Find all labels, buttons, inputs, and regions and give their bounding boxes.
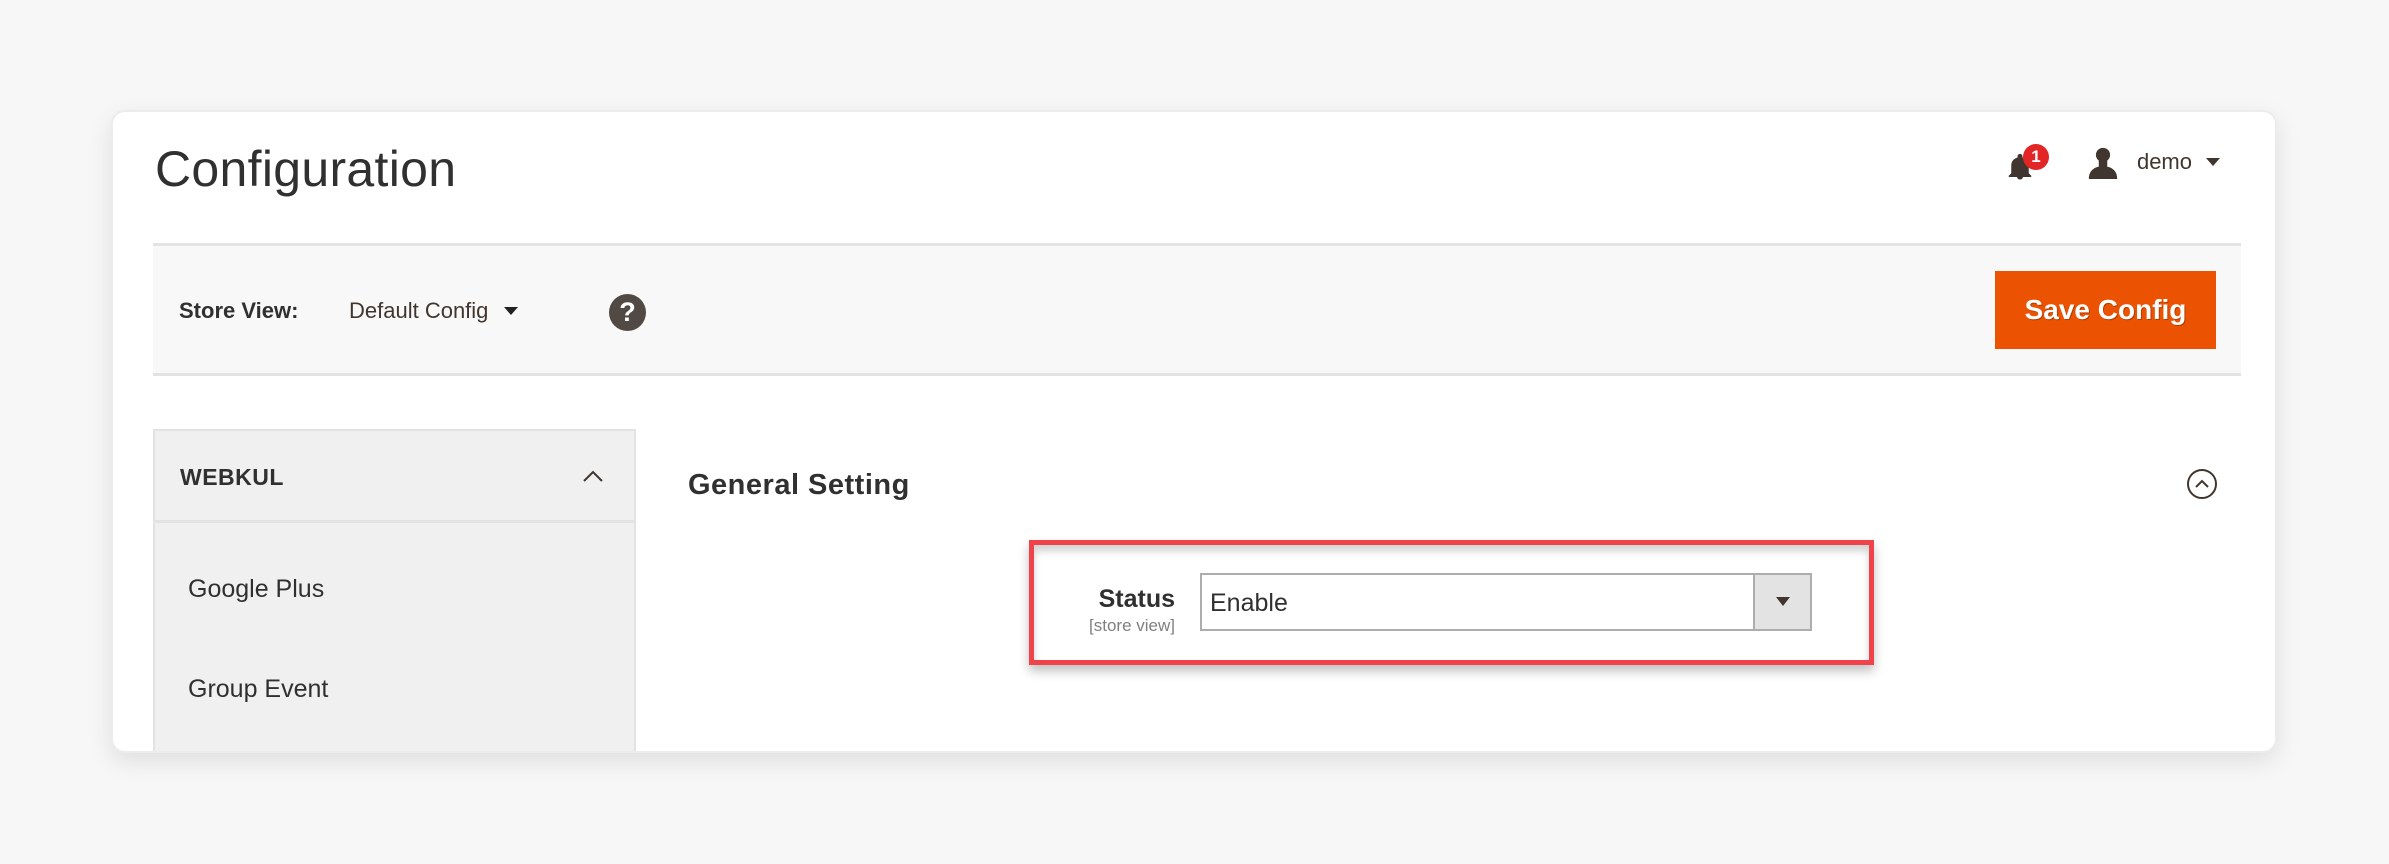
caret-down-icon — [1776, 597, 1790, 606]
header-actions: 1 demo — [2003, 140, 2220, 184]
user-name: demo — [2136, 149, 2192, 174]
scope-label: [store view] — [1089, 616, 1175, 635]
help-icon[interactable]: ? — [609, 294, 646, 331]
chevron-up-icon — [583, 470, 603, 482]
notifications-button[interactable]: 1 — [2003, 142, 2049, 182]
sidebar-section-title: WEBKUL — [180, 464, 284, 490]
section-general-setting[interactable]: General Setting — [688, 469, 910, 502]
user-icon — [2088, 147, 2118, 179]
save-config-button[interactable]: Save Config — [1995, 271, 2216, 349]
config-sidebar: WEBKUL Google Plus Group Event — [153, 429, 636, 751]
sidebar-item-google-plus[interactable]: Google Plus — [188, 575, 324, 604]
store-view-value: Default Config — [349, 298, 489, 323]
status-select-value: Enable — [1210, 589, 1288, 617]
user-menu[interactable]: demo — [2085, 145, 2220, 179]
store-toolbar: Store View: Default Config ? Save Config — [153, 243, 2241, 376]
sidebar-item-group-event[interactable]: Group Event — [188, 675, 328, 704]
notification-count-badge: 1 — [2022, 144, 2049, 170]
sidebar-section-webkul[interactable]: WEBKUL — [155, 431, 634, 523]
page-title: Configuration — [155, 141, 457, 197]
caret-down-icon — [504, 307, 519, 315]
caret-down-icon — [2206, 158, 2220, 166]
store-view-switcher[interactable]: Default Config — [349, 298, 519, 324]
select-dropdown-button[interactable] — [1753, 575, 1810, 629]
store-view-label: Store View: — [179, 298, 299, 323]
collapse-circle-icon[interactable] — [2185, 467, 2219, 501]
status-select[interactable]: Enable — [1200, 573, 1812, 631]
status-field-label: Status [store view] — [1063, 585, 1175, 636]
status-label: Status — [1098, 585, 1175, 613]
configuration-panel: Configuration 1 demo Store View: Default… — [111, 110, 2277, 753]
